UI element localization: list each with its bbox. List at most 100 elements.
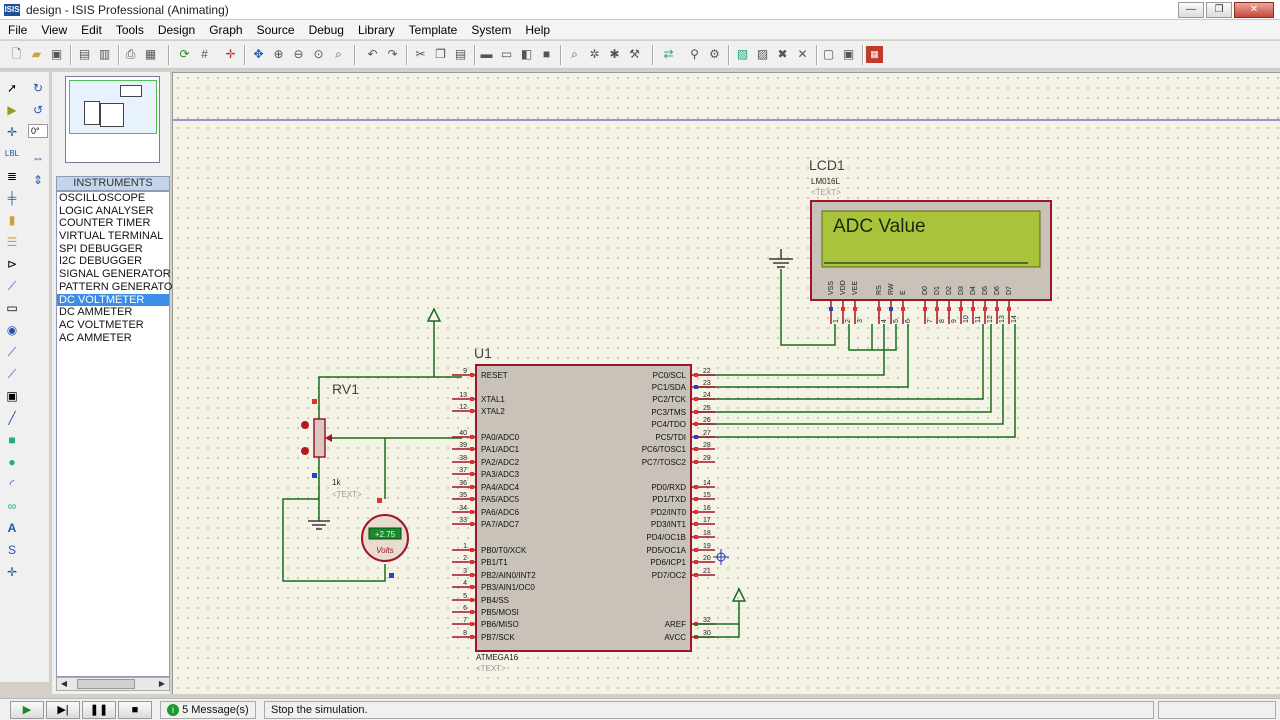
netlist-icon[interactable]: ▢ [820, 46, 837, 63]
terminals-icon[interactable]: ☰ [4, 234, 20, 250]
instrument-item[interactable]: VIRTUAL TERMINAL [57, 230, 169, 243]
zoom-out-icon[interactable]: ⊖ [290, 46, 307, 63]
messages-field[interactable]: i 5 Message(s) [160, 701, 256, 719]
property-tool-icon[interactable]: ⚙ [706, 46, 723, 63]
pan-icon[interactable]: ✥ [250, 46, 267, 63]
pot-increase-button[interactable] [301, 421, 309, 429]
open-folder-icon[interactable]: ▰ [28, 46, 45, 63]
menu-edit[interactable]: Edit [73, 20, 108, 40]
refresh-icon[interactable]: ⟳ [176, 46, 193, 63]
instrument-item[interactable]: SPI DEBUGGER [57, 243, 169, 256]
instrument-item[interactable]: DC AMMETER [57, 306, 169, 319]
menu-tools[interactable]: Tools [108, 20, 150, 40]
electrical-rules-icon[interactable]: ▣ [840, 46, 857, 63]
stop-button[interactable]: ■ [118, 701, 152, 719]
tape-recorder-icon[interactable]: ▭ [4, 300, 20, 316]
print-area-icon[interactable]: ▦ [142, 46, 159, 63]
exit-to-parent-icon[interactable]: ✖ [774, 46, 791, 63]
block-move-icon[interactable]: ▭ [498, 46, 515, 63]
block-copy-icon[interactable]: ▬ [478, 46, 495, 63]
instrument-item[interactable]: AC AMMETER [57, 332, 169, 345]
undo-icon[interactable]: ↶ [364, 46, 381, 63]
buses-icon[interactable]: ╪ [4, 190, 20, 206]
make-device-icon[interactable]: ✲ [586, 46, 603, 63]
pot-decrease-button[interactable] [301, 447, 309, 455]
menu-graph[interactable]: Graph [201, 20, 248, 40]
mcu-component[interactable]: U1 ATMEGA16 <TEXT> 9 RESET13 XTAL112 XTAL24… [452, 345, 715, 673]
text-icon[interactable]: A [4, 520, 20, 536]
menu-view[interactable]: View [33, 20, 73, 40]
wire-label-icon[interactable]: LBL [4, 146, 20, 162]
ares-icon[interactable]: ▦ [866, 46, 883, 63]
copy-icon[interactable]: ❐ [432, 46, 449, 63]
pick-device-icon[interactable]: ⌕ [566, 46, 583, 63]
symbol-icon[interactable]: S [4, 542, 20, 558]
instrument-item[interactable]: I2C DEBUGGER [57, 255, 169, 268]
instrument-item[interactable]: COUNTER TIMER [57, 217, 169, 230]
lcd-component[interactable]: LCD1 LM016L <TEXT> ADC Value VSS 1 VDD 2 VEE… [809, 157, 1052, 324]
minimize-button[interactable]: — [1178, 2, 1204, 18]
block-delete-icon[interactable]: ■ [538, 46, 555, 63]
path-icon[interactable]: ∞ [4, 498, 20, 514]
rotation-angle-field[interactable] [28, 124, 48, 138]
current-probe-icon[interactable]: ⟋ [4, 366, 20, 382]
print-icon[interactable]: ⎙ [122, 46, 139, 63]
zoom-all-icon[interactable]: ⊙ [310, 46, 327, 63]
grid-icon[interactable]: # [196, 46, 213, 63]
instruments-scrollbar[interactable]: ◀ ▶ [56, 677, 170, 691]
voltage-probe-icon[interactable]: ⟋ [4, 344, 20, 360]
text-script-icon[interactable]: ≣ [4, 168, 20, 184]
packaging-tool-icon[interactable]: ⚒ [626, 46, 643, 63]
new-file-icon[interactable]: 🗋 [8, 46, 25, 63]
step-button[interactable]: ▶| [46, 701, 80, 719]
instrument-item[interactable]: SIGNAL GENERATOR [57, 268, 171, 281]
export-icon[interactable]: ▥ [96, 46, 113, 63]
search-icon[interactable]: ⚲ [686, 46, 703, 63]
potentiometer-component[interactable]: RV1 1k <TEXT> [301, 381, 362, 499]
menu-template[interactable]: Template [401, 20, 464, 40]
menu-design[interactable]: Design [150, 20, 201, 40]
menu-file[interactable]: File [0, 20, 33, 40]
instrument-item[interactable]: PATTERN GENERATOR [57, 281, 180, 294]
instrument-item[interactable]: OSCILLOSCOPE [57, 192, 169, 205]
import-icon[interactable]: ▤ [76, 46, 93, 63]
wire-autorouter-icon[interactable]: ⇄ [660, 46, 677, 63]
paste-icon[interactable]: ▤ [452, 46, 469, 63]
device-pins-icon[interactable]: ⊳ [4, 256, 20, 272]
menu-source[interactable]: Source [249, 20, 301, 40]
line-icon[interactable]: ╱ [4, 410, 20, 426]
zoom-area-icon[interactable]: ⌕ [330, 46, 347, 63]
close-button[interactable]: ✕ [1234, 2, 1274, 18]
menu-help[interactable]: Help [517, 20, 556, 40]
graph-mode-icon[interactable]: ⟋ [4, 278, 20, 294]
scroll-right-icon[interactable]: ▶ [156, 678, 168, 690]
block-rotate-icon[interactable]: ◧ [518, 46, 535, 63]
rotate-anticlockwise-icon[interactable]: ↺ [30, 102, 46, 118]
subcircuit-icon[interactable]: ▮ [4, 212, 20, 228]
selection-mode-icon[interactable]: ➚ [4, 80, 20, 96]
overview-window[interactable] [65, 76, 160, 163]
maximize-button[interactable]: ❐ [1206, 2, 1232, 18]
junction-dot-icon[interactable]: ✛ [4, 124, 20, 140]
menu-debug[interactable]: Debug [301, 20, 350, 40]
zoom-in-icon[interactable]: ⊕ [270, 46, 287, 63]
menu-library[interactable]: Library [350, 20, 401, 40]
arc-icon[interactable]: ◜ [4, 476, 20, 492]
schematic-canvas[interactable]: LCD1 LM016L <TEXT> ADC Value VSS 1 VDD 2 VEE… [172, 72, 1280, 694]
box-icon[interactable]: ■ [4, 432, 20, 448]
pause-button[interactable]: ❚❚ [82, 701, 116, 719]
new-sheet-icon[interactable]: ▧ [734, 46, 751, 63]
origin-icon[interactable]: ✛ [222, 46, 239, 63]
generator-mode-icon[interactable]: ◉ [4, 322, 20, 338]
rotate-clockwise-icon[interactable]: ↻ [30, 80, 46, 96]
cut-icon[interactable]: ✂ [412, 46, 429, 63]
scroll-thumb[interactable] [77, 679, 135, 689]
save-icon[interactable]: ▣ [48, 46, 65, 63]
marker-icon[interactable]: ✛ [4, 564, 20, 580]
virtual-instruments-icon[interactable]: ▣ [4, 388, 20, 404]
instrument-item[interactable]: AC VOLTMETER [57, 319, 169, 332]
component-mode-icon[interactable]: ▶ [4, 102, 20, 118]
instrument-item[interactable]: LOGIC ANALYSER [57, 205, 169, 218]
play-button[interactable]: ▶ [10, 701, 44, 719]
mirror-horizontal-icon[interactable]: ⇔ [30, 150, 46, 166]
